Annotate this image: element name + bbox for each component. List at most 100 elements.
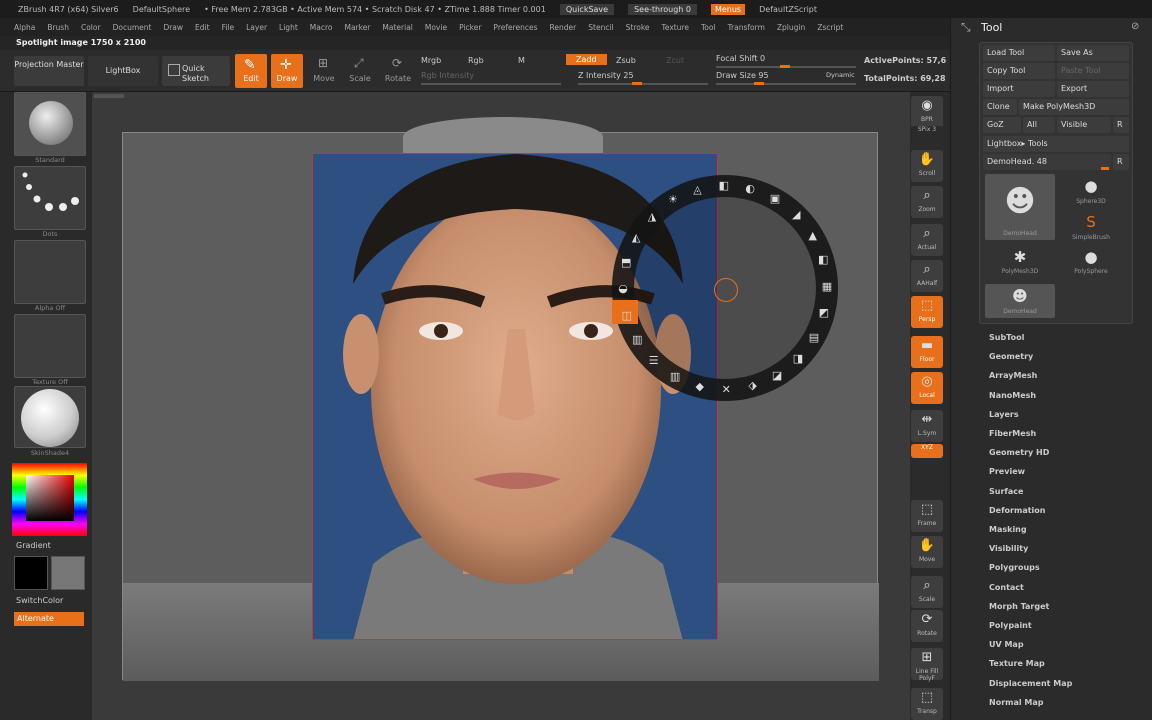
- shelf-move[interactable]: ✋ Move: [911, 536, 943, 568]
- rgb-intensity-slider[interactable]: Rgb Intensity: [421, 71, 474, 80]
- zcut-toggle[interactable]: Zcut: [666, 56, 684, 65]
- menu-draw[interactable]: Draw: [163, 23, 183, 32]
- z-intensity-slider[interactable]: Z Intensity 25: [578, 71, 634, 80]
- menu-transform[interactable]: Transform: [728, 23, 765, 32]
- tool-thumb-polysphere[interactable]: ● PolySphere: [1061, 246, 1121, 278]
- current-tool-r-button[interactable]: R: [1113, 154, 1129, 170]
- shelf-zoom[interactable]: ⌕ Zoom: [911, 186, 943, 218]
- goz-r-button[interactable]: R: [1113, 117, 1129, 133]
- copy-tool-button[interactable]: Copy Tool: [983, 63, 1055, 79]
- menu-color[interactable]: Color: [81, 23, 101, 32]
- subpalette-subtool[interactable]: SubTool: [989, 333, 1024, 342]
- radial-item-11-icon[interactable]: ✕: [719, 383, 733, 397]
- dynamic-toggle[interactable]: Dynamic: [826, 71, 855, 79]
- subpalette-morph-target[interactable]: Morph Target: [989, 602, 1049, 611]
- menu-macro[interactable]: Macro: [310, 23, 333, 32]
- radial-item-19-icon[interactable]: ◭: [629, 231, 643, 245]
- menu-stencil[interactable]: Stencil: [588, 23, 613, 32]
- radial-item-4-icon[interactable]: ◧: [816, 253, 830, 267]
- see-through-slider[interactable]: See-through 0: [628, 3, 697, 15]
- subpalette-uv-map[interactable]: UV Map: [989, 640, 1024, 649]
- focal-shift-knob[interactable]: [780, 65, 790, 68]
- radial-item-21-icon[interactable]: ☀: [666, 193, 680, 207]
- clone-button[interactable]: Clone: [983, 99, 1017, 115]
- subpalette-masking[interactable]: Masking: [989, 525, 1027, 534]
- color-picker[interactable]: [12, 463, 87, 536]
- shelf-line-fill-polyf[interactable]: ⊞ Line Fill PolyF: [911, 648, 943, 682]
- radial-item-23-icon[interactable]: ◧: [717, 179, 731, 193]
- radial-item-3-icon[interactable]: ▲: [806, 229, 820, 243]
- menu-movie[interactable]: Movie: [425, 23, 447, 32]
- radial-item-13-icon[interactable]: ▥: [668, 370, 682, 384]
- subpalette-polypaint[interactable]: Polypaint: [989, 621, 1032, 630]
- radial-item-9-icon[interactable]: ◪: [770, 369, 784, 383]
- projection-master-button[interactable]: Projection Master: [14, 56, 84, 86]
- subpalette-fibermesh[interactable]: FiberMesh: [989, 429, 1036, 438]
- paste-tool-button[interactable]: Paste Tool: [1057, 63, 1129, 79]
- menu-layer[interactable]: Layer: [246, 23, 267, 32]
- radial-item-15-icon[interactable]: ▥: [630, 333, 644, 347]
- goz-visible-button[interactable]: Visible: [1057, 117, 1111, 133]
- radial-item-18-icon[interactable]: ⬒: [619, 256, 633, 270]
- menu-edit[interactable]: Edit: [195, 23, 210, 32]
- radial-item-20-icon[interactable]: ◮: [645, 210, 659, 224]
- lightbox-button[interactable]: LightBox: [88, 56, 158, 86]
- radial-item-22-icon[interactable]: ◬: [690, 183, 704, 197]
- radial-item-17-icon[interactable]: ◒: [616, 282, 630, 296]
- brush-thumbnail[interactable]: [14, 92, 86, 156]
- alternate-button[interactable]: Alternate: [14, 612, 84, 626]
- shelf-l-sym[interactable]: ⇹ L.Sym: [911, 410, 943, 442]
- shelf-frame[interactable]: ⬚ Frame: [911, 500, 943, 532]
- subpalette-layers[interactable]: Layers: [989, 410, 1019, 419]
- menu-marker[interactable]: Marker: [344, 23, 370, 32]
- shelf-local[interactable]: ◎ Local: [911, 372, 943, 404]
- tool-thumb-sphere3d[interactable]: ● Sphere3D: [1061, 174, 1121, 208]
- secondary-color-swatch[interactable]: [51, 556, 85, 590]
- subpalette-deformation[interactable]: Deformation: [989, 506, 1045, 515]
- draw-size-slider[interactable]: Draw Size 95: [716, 71, 769, 80]
- scale-button[interactable]: ⤢ Scale: [344, 56, 376, 88]
- focal-shift-slider[interactable]: Focal Shift 0: [716, 54, 765, 63]
- import-button[interactable]: Import: [983, 81, 1055, 97]
- radial-item-7-icon[interactable]: ▤: [807, 331, 821, 345]
- alpha-thumbnail[interactable]: [14, 240, 86, 304]
- draw-size-knob[interactable]: [754, 82, 764, 85]
- move-button[interactable]: ⊞ Move: [308, 56, 340, 88]
- draw-button[interactable]: ✛ Draw: [271, 54, 303, 88]
- radial-item-14-icon[interactable]: ☰: [647, 354, 661, 368]
- menu-zscript[interactable]: Zscript: [817, 23, 843, 32]
- tool-thumb-demohead[interactable]: ☻ DemoHead: [985, 284, 1055, 318]
- subpalette-geometry[interactable]: Geometry: [989, 352, 1033, 361]
- subpalette-contact[interactable]: Contact: [989, 583, 1024, 592]
- radial-item-6-icon[interactable]: ◩: [817, 306, 831, 320]
- shelf-actual[interactable]: ⌕ Actual: [911, 224, 943, 256]
- default-zscript[interactable]: DefaultZScript: [759, 5, 817, 14]
- current-tool-slider[interactable]: DemoHead. 48: [983, 154, 1111, 170]
- z-intensity-knob[interactable]: [632, 82, 642, 85]
- tool-thumb-demohead[interactable]: ☻ DemoHead: [985, 174, 1055, 240]
- menu-material[interactable]: Material: [382, 23, 412, 32]
- subpalette-geometry-hd[interactable]: Geometry HD: [989, 448, 1049, 457]
- shelf-scale[interactable]: ⌕ Scale: [911, 576, 943, 608]
- rgb-toggle[interactable]: Rgb: [468, 56, 484, 65]
- radial-item-16-icon[interactable]: ◫: [620, 309, 634, 323]
- shelf-floor[interactable]: ▬ Floor: [911, 336, 943, 368]
- primary-color-swatch[interactable]: [14, 556, 48, 590]
- make-polymesh-button[interactable]: Make PolyMesh3D: [1019, 99, 1129, 115]
- palette-close-icon[interactable]: ⊘: [1131, 21, 1139, 32]
- switchcolor-button[interactable]: SwitchColor: [16, 596, 63, 605]
- material-thumbnail[interactable]: [14, 386, 86, 448]
- goz-all-button[interactable]: All: [1023, 117, 1055, 133]
- shelf-persp[interactable]: ⬚ Persp: [911, 296, 943, 328]
- subpalette-surface[interactable]: Surface: [989, 487, 1023, 496]
- shelf-spix-3[interactable]: SPix 3: [911, 126, 943, 140]
- menu-brush[interactable]: Brush: [47, 23, 69, 32]
- shelf-xyz[interactable]: XYZ: [911, 444, 943, 458]
- shelf-rotate[interactable]: ⟳ Rotate: [911, 610, 943, 642]
- quick-sketch-button[interactable]: Quick Sketch: [162, 56, 230, 86]
- mrgb-toggle[interactable]: Mrgb: [421, 56, 441, 65]
- export-button[interactable]: Export: [1057, 81, 1129, 97]
- subpalette-normal-map[interactable]: Normal Map: [989, 698, 1043, 707]
- subpalette-visibility[interactable]: Visibility: [989, 544, 1028, 553]
- menu-tool[interactable]: Tool: [701, 23, 716, 32]
